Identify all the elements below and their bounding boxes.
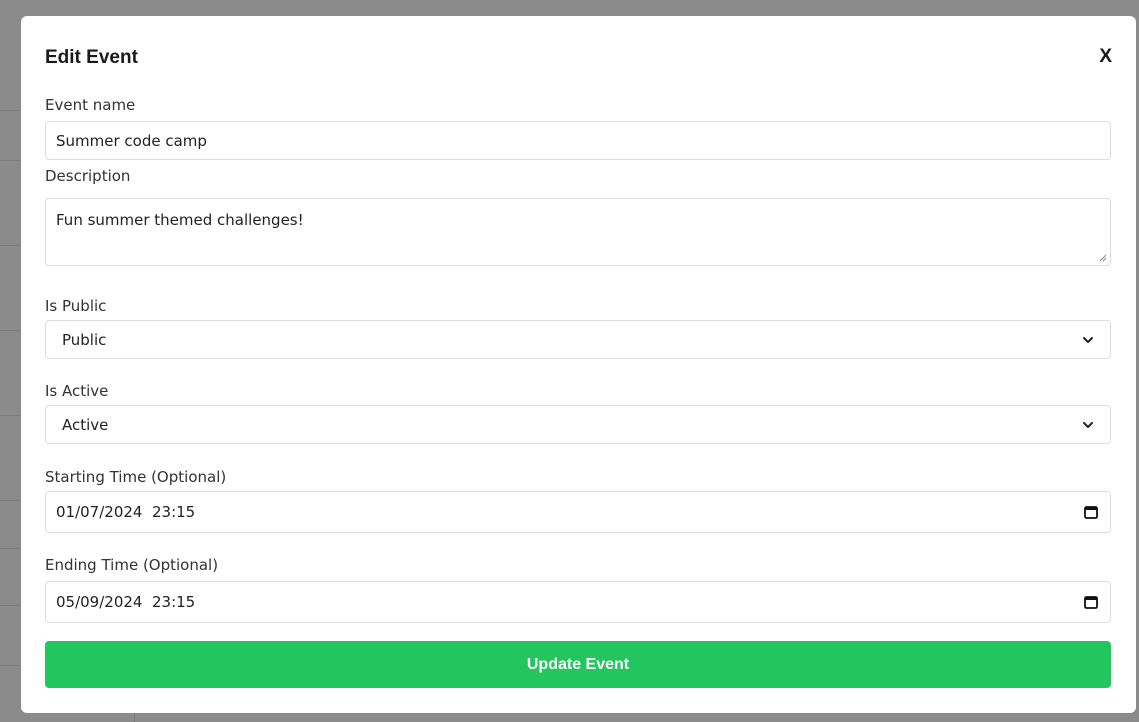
event-name-label: Event name <box>45 96 136 114</box>
update-event-button[interactable]: Update Event <box>45 641 1111 688</box>
background-divider <box>0 415 22 416</box>
is-active-select[interactable]: Active <box>45 405 1111 444</box>
calendar-icon[interactable] <box>1084 505 1098 519</box>
ending-time-input[interactable]: 05/09/2024 23:15 <box>45 581 1111 623</box>
background-divider <box>0 605 22 606</box>
starting-time-label: Starting Time (Optional) <box>45 468 227 486</box>
event-name-input[interactable]: Summer code camp <box>45 121 1111 160</box>
is-public-selected: Public <box>62 330 107 349</box>
chevron-down-icon <box>1083 421 1093 428</box>
starting-time-input[interactable]: 01/07/2024 23:15 <box>45 491 1111 533</box>
background-divider <box>0 110 22 111</box>
description-label: Description <box>45 167 131 185</box>
background-divider <box>0 500 22 501</box>
event-name-value: Summer code camp <box>56 131 207 150</box>
background-divider <box>0 245 22 246</box>
ending-time-label: Ending Time (Optional) <box>45 556 219 574</box>
description-value: Fun summer themed challenges! <box>56 211 304 229</box>
background-divider <box>0 665 22 666</box>
is-public-label: Is Public <box>45 297 107 315</box>
background-divider <box>134 712 135 722</box>
is-active-selected: Active <box>62 415 109 434</box>
starting-time-value: 01/07/2024 23:15 <box>56 503 196 521</box>
modal-title: Edit Event <box>45 47 138 68</box>
close-icon[interactable]: X <box>1099 46 1112 68</box>
calendar-icon[interactable] <box>1084 595 1098 609</box>
background-divider <box>0 330 22 331</box>
description-textarea[interactable]: Fun summer themed challenges! <box>45 198 1111 266</box>
chevron-down-icon <box>1083 336 1093 343</box>
background-divider <box>0 160 22 161</box>
ending-time-value: 05/09/2024 23:15 <box>56 593 196 611</box>
is-active-label: Is Active <box>45 382 109 400</box>
background-divider <box>0 548 22 549</box>
modal-header: Edit Event X <box>45 16 1112 98</box>
resize-grip-icon[interactable] <box>1099 254 1107 262</box>
is-public-select[interactable]: Public <box>45 320 1111 359</box>
edit-event-modal: Edit Event X Event name Summer code camp… <box>21 16 1136 713</box>
